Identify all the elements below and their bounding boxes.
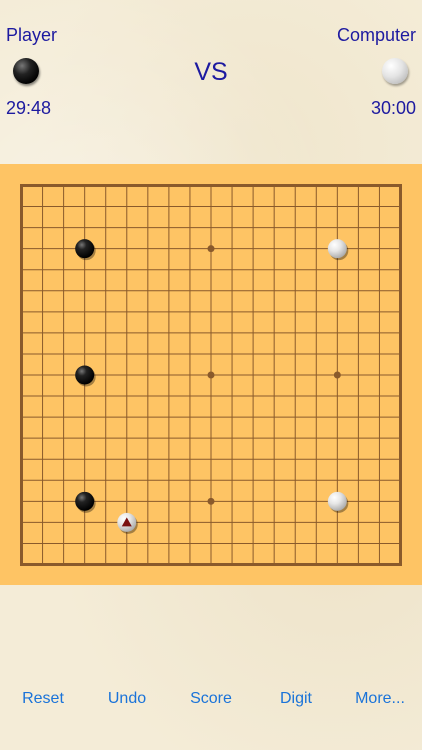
board-canvas[interactable]: [0, 164, 422, 585]
white-stone: [327, 239, 347, 259]
star-point: [207, 497, 215, 505]
black-stone: [75, 491, 95, 511]
player-label: Player: [6, 25, 58, 45]
vs-label: VS: [194, 58, 228, 86]
computer-label: Computer: [336, 25, 416, 45]
computer-timer: 30:00: [370, 98, 416, 118]
bottom-toolbar: Reset Undo Score Digit More...: [0, 690, 422, 716]
digit-button[interactable]: Digit: [256, 690, 336, 708]
more-button[interactable]: More...: [340, 690, 420, 708]
star-point: [207, 371, 215, 379]
black-stone: [75, 365, 95, 385]
board-stones: [75, 239, 349, 534]
white-stone: [327, 491, 347, 511]
player-stone-icon: [13, 58, 39, 84]
undo-button[interactable]: Undo: [87, 690, 167, 708]
reset-button[interactable]: Reset: [3, 690, 83, 708]
star-point: [207, 245, 215, 253]
black-stone: [75, 239, 95, 259]
computer-stone-icon: [382, 58, 408, 84]
go-board[interactable]: [0, 164, 422, 585]
star-point: [333, 371, 341, 379]
player-timer: 29:48: [6, 98, 52, 118]
score-button[interactable]: Score: [171, 690, 251, 708]
